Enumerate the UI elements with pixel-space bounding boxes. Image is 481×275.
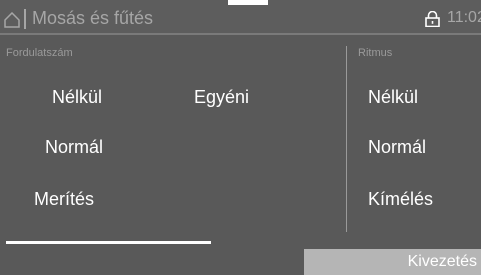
rhythm-option-normal[interactable]: Normál	[368, 136, 426, 158]
rhythm-option-kimeles[interactable]: Kímélés	[368, 188, 433, 210]
spin-option-nelkul[interactable]: Nélkül	[52, 86, 102, 108]
header-divider	[0, 33, 481, 35]
spin-option-meritas[interactable]: Merítés	[34, 188, 94, 210]
spin-option-normal[interactable]: Normál	[45, 136, 103, 158]
home-icon[interactable]	[4, 11, 20, 28]
spin-option-egyeni[interactable]: Egyéni	[194, 86, 249, 108]
page-indicator	[6, 241, 211, 244]
rhythm-section-label: Ritmus	[358, 47, 393, 59]
top-indicator	[228, 0, 268, 5]
section-divider	[346, 46, 347, 232]
page-title: Mosás és fűtés	[32, 8, 154, 28]
kivezetes-label: Kivezetés	[407, 253, 477, 270]
kivezetes-button[interactable]: Kivezetés	[304, 249, 481, 275]
clock: 11:02	[447, 9, 481, 26]
lock-icon[interactable]	[425, 10, 440, 28]
spin-section-label: Fordulatszám	[6, 47, 73, 59]
rhythm-option-nelkul[interactable]: Nélkül	[368, 86, 418, 108]
header-separator	[24, 9, 26, 29]
